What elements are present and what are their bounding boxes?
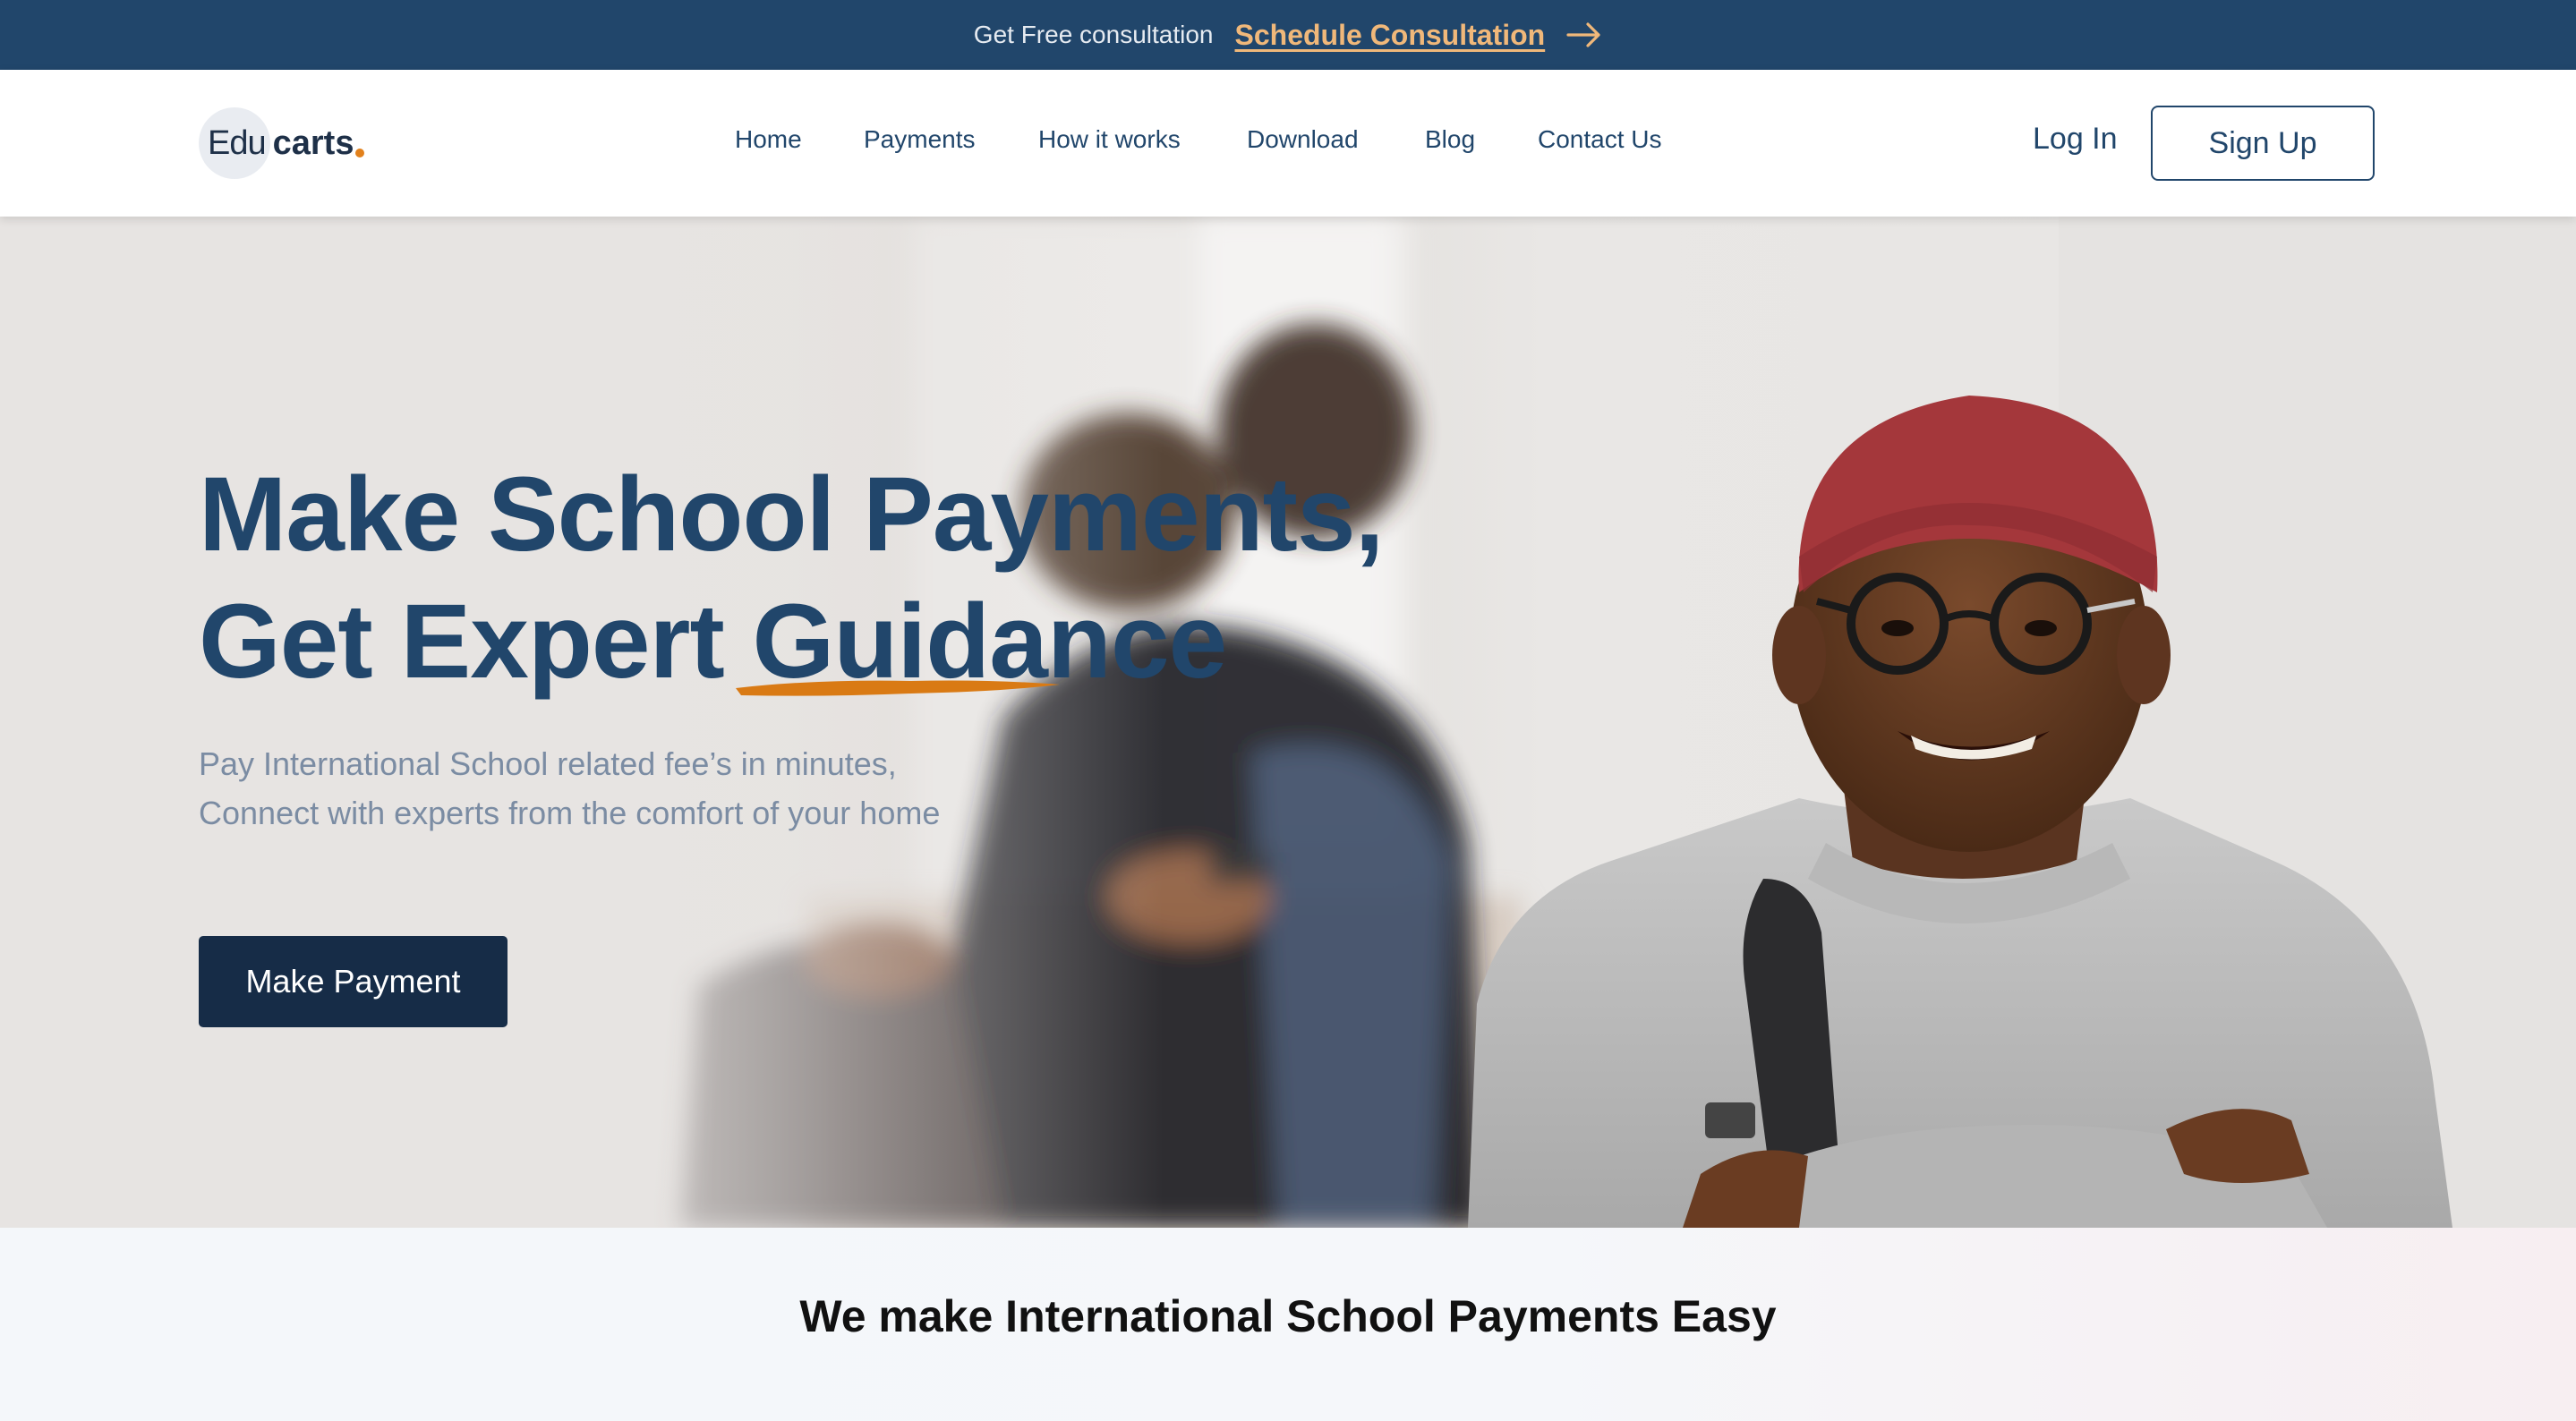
promo-bar: Get Free consultation Schedule Consultat… (0, 0, 2576, 70)
hero-section: Make School Payments, Get Expert Guidanc… (0, 217, 2576, 1228)
nav-item-how-it-works[interactable]: How it works (1038, 125, 1181, 154)
nav-item-blog[interactable]: Blog (1425, 125, 1475, 154)
schedule-consultation-link[interactable]: Schedule Consultation (1235, 19, 1546, 52)
site-header: Edu carts Home Payments How it works Dow… (0, 70, 2576, 217)
hero-subtitle-line2: Connect with experts from the comfort of… (199, 795, 941, 831)
promo-bar-content: Get Free consultation Schedule Consultat… (0, 0, 2576, 70)
nav-item-download[interactable]: Download (1247, 125, 1359, 154)
make-payment-button[interactable]: Make Payment (199, 936, 508, 1027)
features-band: We make International School Payments Ea… (0, 1228, 2576, 1421)
hero-title-line2-start: Get Expert (199, 583, 753, 701)
nav-item-home[interactable]: Home (735, 125, 802, 154)
promo-text: Get Free consultation (973, 21, 1214, 48)
signup-button[interactable]: Sign Up (2151, 106, 2375, 181)
nav-item-payments[interactable]: Payments (864, 125, 976, 154)
nav-item-contact-us[interactable]: Contact Us (1538, 125, 1662, 154)
features-heading: We make International School Payments Ea… (799, 1291, 1777, 1341)
brush-underline (736, 680, 1060, 696)
login-link[interactable]: Log In (2033, 122, 2118, 157)
hero-subtitle: Pay International School related fee’s i… (199, 739, 940, 838)
hero-title: Make School Payments, Get Expert Guidanc… (199, 451, 1384, 705)
hero-title-line1: Make School Payments, (199, 455, 1384, 574)
hero-subtitle-line1: Pay International School related fee’s i… (199, 745, 897, 782)
arrow-right-icon[interactable] (1566, 21, 1602, 48)
hero-fade-overlay (0, 217, 1164, 1228)
